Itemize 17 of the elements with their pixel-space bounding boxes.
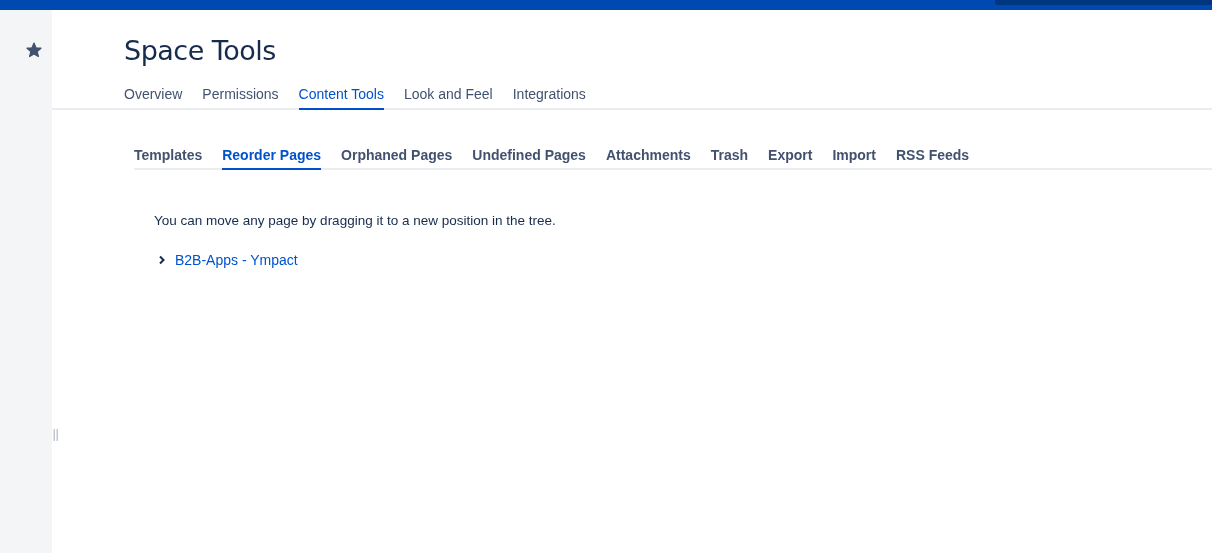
tab[interactable]: Permissions (202, 80, 279, 110)
tab[interactable]: Attachments (605, 142, 691, 170)
tab[interactable]: Undefined Pages (472, 142, 586, 170)
tab[interactable]: Trash (710, 142, 749, 170)
page-title: Space Tools (124, 35, 277, 68)
tab[interactable]: Templates (134, 142, 203, 170)
tab[interactable]: Orphaned Pages (341, 142, 453, 170)
tab[interactable]: Overview (124, 80, 183, 110)
tab[interactable]: Integrations (512, 80, 586, 110)
page-link[interactable]: B2B-Apps - Ympact (175, 252, 298, 268)
tab[interactable]: Import (832, 142, 876, 170)
tab[interactable]: Export (768, 142, 813, 170)
tab[interactable]: RSS Feeds (895, 142, 970, 170)
tab[interactable]: Reorder Pages (222, 142, 322, 170)
instructions-text: You can move any page by dragging it to a new position in the tree. (154, 213, 557, 228)
tab[interactable]: Content Tools (298, 80, 384, 110)
tab[interactable]: Look and Feel (403, 80, 493, 110)
